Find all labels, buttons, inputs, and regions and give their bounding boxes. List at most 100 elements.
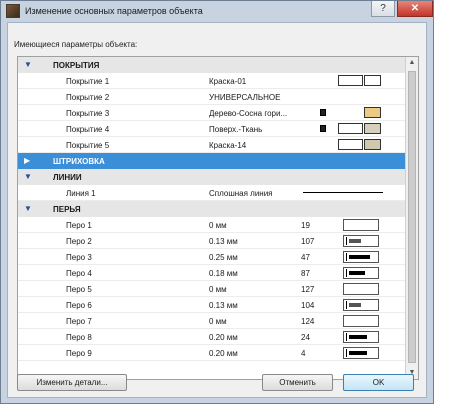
param-name: Покрытие 3 bbox=[66, 109, 110, 118]
pen-tick-mark bbox=[346, 349, 347, 357]
pen-weight[interactable]: 0.25 мм bbox=[209, 253, 238, 262]
pen-number[interactable]: 87 bbox=[301, 269, 310, 278]
pen-row[interactable]: Перо 2 0.13 мм 107 bbox=[18, 233, 405, 249]
pen-number[interactable]: 107 bbox=[301, 237, 314, 246]
expanded-arrow-icon[interactable]: ▼ bbox=[24, 172, 32, 181]
cancel-button[interactable]: Отменить bbox=[262, 374, 333, 391]
pen-weight-bar bbox=[349, 335, 367, 339]
covering-row-1[interactable]: Покрытие 1 Краска-01 bbox=[18, 73, 405, 89]
covering-row-3[interactable]: Покрытие 3 Дерево-Сосна гори... bbox=[18, 105, 405, 121]
pen-weight[interactable]: 0.20 мм bbox=[209, 349, 238, 358]
edit-details-button[interactable]: Изменить детали... bbox=[17, 374, 127, 391]
section-title: ШТРИХОВКА bbox=[53, 157, 105, 166]
pen-preview[interactable] bbox=[343, 331, 379, 343]
param-name: Линия 1 bbox=[66, 189, 96, 198]
expanded-arrow-icon[interactable]: ▼ bbox=[24, 204, 32, 213]
parameters-caption: Имеющиеся параметры объекта: bbox=[14, 40, 138, 49]
pen-name: Перо 8 bbox=[66, 333, 92, 342]
pen-preview[interactable] bbox=[343, 267, 379, 279]
pen-tick-mark bbox=[346, 237, 347, 245]
pen-row[interactable]: Перо 6 0.13 мм 104 bbox=[18, 297, 405, 313]
pen-weight[interactable]: 0.18 мм bbox=[209, 269, 238, 278]
window-title: Изменение основных параметров объекта bbox=[25, 6, 203, 16]
pen-preview[interactable] bbox=[343, 347, 379, 359]
pen-name: Перо 1 bbox=[66, 221, 92, 230]
pen-weight-bar bbox=[349, 303, 361, 307]
pen-row[interactable]: Перо 5 0 мм 127 bbox=[18, 281, 405, 297]
pen-preview[interactable] bbox=[343, 299, 379, 311]
color-swatch[interactable] bbox=[364, 139, 381, 150]
color-swatch[interactable] bbox=[338, 75, 363, 86]
param-name: Покрытие 1 bbox=[66, 77, 110, 86]
section-header-pens[interactable]: ▼ ПЕРЬЯ bbox=[18, 201, 405, 217]
pen-name: Перо 3 bbox=[66, 253, 92, 262]
pen-row[interactable]: Перо 1 0 мм 19 bbox=[18, 217, 405, 233]
covering-row-5[interactable]: Покрытие 5 Краска-14 bbox=[18, 137, 405, 153]
line-sample bbox=[303, 192, 383, 193]
section-title: ПОКРЫТИЯ bbox=[53, 61, 100, 70]
pen-preview[interactable] bbox=[343, 315, 379, 327]
pen-row[interactable]: Перо 8 0.20 мм 24 bbox=[18, 329, 405, 345]
pen-weight[interactable]: 0.20 мм bbox=[209, 333, 238, 342]
color-swatch[interactable] bbox=[364, 123, 381, 134]
pen-row[interactable]: Перо 7 0 мм 124 bbox=[18, 313, 405, 329]
pen-number[interactable]: 47 bbox=[301, 253, 310, 262]
pen-number[interactable]: 4 bbox=[301, 349, 305, 358]
pen-weight-bar bbox=[349, 271, 365, 275]
covering-row-2[interactable]: Покрытие 2 УНИВЕРСАЛЬНОЕ bbox=[18, 89, 405, 105]
scrollbar-thumb[interactable] bbox=[408, 71, 416, 363]
pen-number[interactable]: 127 bbox=[301, 285, 314, 294]
pen-number[interactable]: 104 bbox=[301, 301, 314, 310]
color-swatch[interactable] bbox=[364, 75, 381, 86]
pen-weight[interactable]: 0 мм bbox=[209, 221, 227, 230]
section-header-coverings[interactable]: ▼ ПОКРЫТИЯ bbox=[18, 57, 405, 73]
pen-number[interactable]: 24 bbox=[301, 333, 310, 342]
collapsed-arrow-icon[interactable]: ▶ bbox=[24, 156, 30, 165]
pen-tick-mark bbox=[346, 301, 347, 309]
pen-name: Перо 7 bbox=[66, 317, 92, 326]
param-value[interactable]: Поверх.-Ткань bbox=[209, 125, 262, 134]
expanded-arrow-icon[interactable]: ▼ bbox=[24, 60, 32, 69]
ok-button[interactable]: OK bbox=[343, 374, 414, 391]
param-value[interactable]: Дерево-Сосна гори... bbox=[209, 109, 287, 118]
pen-row[interactable]: Перо 9 0.20 мм 4 bbox=[18, 345, 405, 361]
pen-weight-bar bbox=[349, 255, 370, 259]
pen-weight-bar bbox=[349, 351, 367, 355]
pen-row[interactable]: Перо 4 0.18 мм 87 bbox=[18, 265, 405, 281]
pen-tick-mark bbox=[346, 253, 347, 261]
pen-name: Перо 6 bbox=[66, 301, 92, 310]
pen-preview[interactable] bbox=[343, 235, 379, 247]
pen-preview[interactable] bbox=[343, 219, 379, 231]
vertical-scrollbar[interactable]: ▲ ▼ bbox=[405, 57, 418, 379]
pen-weight[interactable]: 0.13 мм bbox=[209, 301, 238, 310]
pen-weight[interactable]: 0 мм bbox=[209, 285, 227, 294]
help-button[interactable]: ? bbox=[371, 1, 395, 17]
pen-weight-bar bbox=[349, 239, 361, 243]
covering-row-4[interactable]: Покрытие 4 Поверх.-Ткань bbox=[18, 121, 405, 137]
pen-number[interactable]: 124 bbox=[301, 317, 314, 326]
pen-preview[interactable] bbox=[343, 283, 379, 295]
pen-weight[interactable]: 0.13 мм bbox=[209, 237, 238, 246]
color-swatch[interactable] bbox=[364, 107, 381, 118]
scroll-up-icon[interactable]: ▲ bbox=[406, 57, 418, 69]
pen-name: Перо 9 bbox=[66, 349, 92, 358]
line-row-1[interactable]: Линия 1 Сплошная линия bbox=[18, 185, 405, 201]
color-swatch[interactable] bbox=[338, 123, 363, 134]
param-value[interactable]: Краска-01 bbox=[209, 77, 246, 86]
close-button[interactable]: ✕ bbox=[397, 1, 433, 17]
color-swatch[interactable] bbox=[338, 139, 363, 150]
texture-icon bbox=[320, 125, 326, 132]
pen-row[interactable]: Перо 3 0.25 мм 47 bbox=[18, 249, 405, 265]
pen-number[interactable]: 19 bbox=[301, 221, 310, 230]
pen-tick-mark bbox=[346, 269, 347, 277]
param-value[interactable]: Сплошная линия bbox=[209, 189, 273, 198]
pen-weight[interactable]: 0 мм bbox=[209, 317, 227, 326]
param-value[interactable]: УНИВЕРСАЛЬНОЕ bbox=[209, 93, 280, 102]
section-title: ПЕРЬЯ bbox=[53, 205, 81, 214]
section-header-lines[interactable]: ▼ ЛИНИИ bbox=[18, 169, 405, 185]
pen-tick-mark bbox=[346, 333, 347, 341]
pen-preview[interactable] bbox=[343, 251, 379, 263]
section-header-hatching[interactable]: ▶ ШТРИХОВКА bbox=[18, 153, 405, 169]
param-value[interactable]: Краска-14 bbox=[209, 141, 246, 150]
parameters-grid: ▼ ПОКРЫТИЯ Покрытие 1 Краска-01 Покрытие… bbox=[17, 56, 419, 380]
